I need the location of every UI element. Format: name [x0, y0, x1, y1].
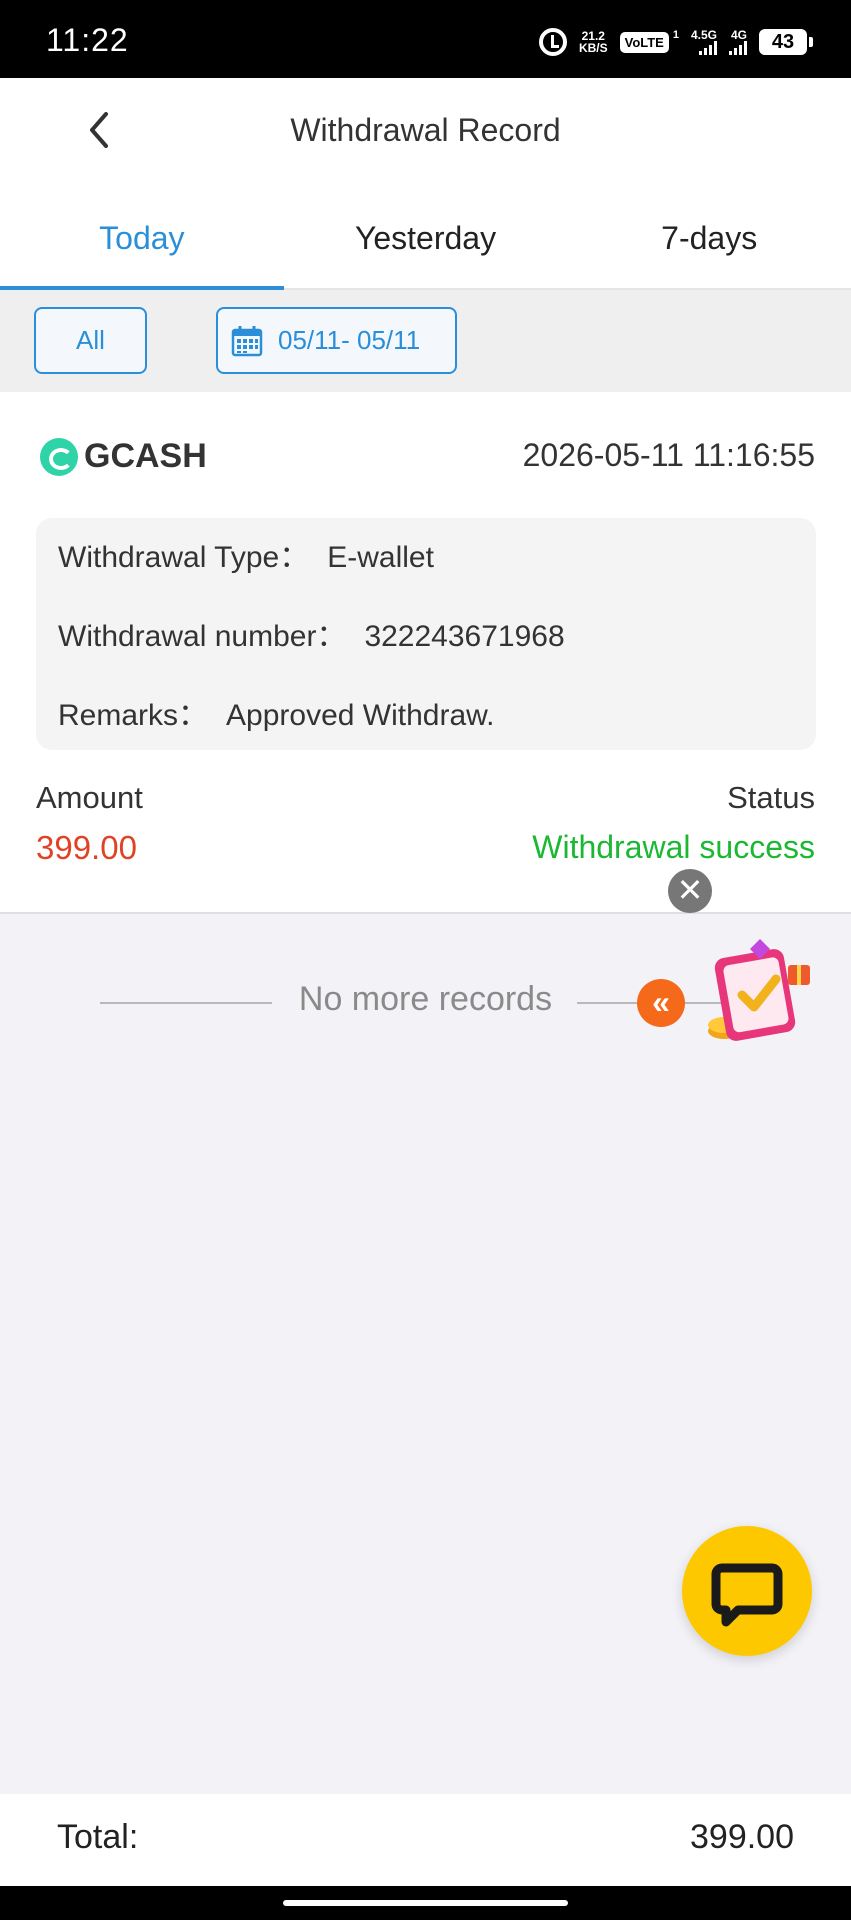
signal-4g: 4G [729, 29, 747, 55]
total-label: Total: [57, 1818, 139, 1856]
status-value: Withdrawal success [532, 829, 815, 865]
gift-checklist-icon [708, 939, 810, 1041]
chat-bubble-icon [711, 1563, 783, 1627]
home-gesture-handle[interactable] [283, 1900, 568, 1906]
signal-bars-icon [729, 41, 747, 55]
signal-bars-icon [699, 41, 717, 55]
date-range-label: 05/11- 05/11 [278, 325, 421, 355]
amount-label: Amount [36, 780, 143, 815]
total-bar: Total: 399.00 [0, 1794, 851, 1886]
app-header: Withdrawal Record [0, 78, 851, 188]
customer-support-chat-button[interactable] [682, 1526, 812, 1656]
withdrawal-type-label: Withdrawal Type： [58, 541, 310, 574]
record-details: Withdrawal Type： E-wallet Withdrawal numb… [36, 518, 816, 750]
promo-collapse-button[interactable]: « [637, 979, 685, 1027]
filter-all-button[interactable]: All [34, 307, 147, 374]
tab-7-days[interactable]: 7-days [567, 188, 851, 288]
volte-badge: VoLTE [619, 31, 669, 53]
network-speed: 21.2 KB/S [579, 30, 608, 54]
gcash-logo-icon [40, 437, 78, 476]
total-value: 399.00 [690, 1818, 794, 1856]
withdrawal-record-card[interactable]: GCASH 2026-05-11 11:16:55 Withdrawal Typ… [0, 392, 851, 914]
promo-gift-icon[interactable] [700, 935, 820, 1055]
withdrawal-number-value: 322243671968 [364, 620, 565, 653]
status-label: Status [727, 780, 815, 815]
signal-4g-label: 4G [730, 28, 747, 42]
promo-close-button[interactable]: ✕ [668, 869, 712, 913]
signal-4-5g-label: 4.5G [690, 28, 717, 42]
withdrawal-number-row: Withdrawal number： 322243671968 [58, 615, 794, 694]
record-datetime: 2026-05-11 11:16:55 [522, 437, 815, 473]
network-speed-unit: KB/S [578, 41, 608, 55]
withdrawal-type-value: E-wallet [327, 541, 434, 574]
amount-value: 399.00 [36, 829, 137, 866]
status-bar: 11:22 21.2 KB/S VoLTE 1 4.5G 4G 43 [0, 0, 851, 78]
tab-today[interactable]: Today [0, 188, 284, 290]
withdrawal-type-row: Withdrawal Type： E-wallet [58, 536, 794, 615]
date-tabs: Today Yesterday 7-days [0, 188, 851, 290]
battery-icon: 43 [759, 29, 813, 55]
withdrawal-number-label: Withdrawal number： [58, 620, 347, 653]
filter-bar: All 05/11- 05/11 [0, 290, 851, 392]
remarks-label: Remarks： [58, 699, 209, 732]
remarks-value: Approved Withdraw. [226, 699, 495, 732]
calendar-icon [231, 325, 263, 356]
date-range-button[interactable]: 05/11- 05/11 [216, 307, 457, 374]
payment-method: GCASH [40, 437, 207, 476]
payment-method-name: GCASH [84, 437, 207, 475]
status-icons: 21.2 KB/S VoLTE 1 4.5G 4G 43 [538, 26, 813, 58]
alarm-icon [538, 28, 567, 56]
status-time: 11:22 [46, 22, 129, 58]
tab-yesterday[interactable]: Yesterday [284, 188, 568, 288]
system-nav-bar [0, 1886, 851, 1920]
page-title: Withdrawal Record [290, 112, 561, 148]
volte-sim-number: 1 [672, 29, 679, 41]
signal-4-5g: 4.5G [691, 29, 717, 55]
remarks-row: Remarks： Approved Withdraw. [58, 694, 794, 773]
